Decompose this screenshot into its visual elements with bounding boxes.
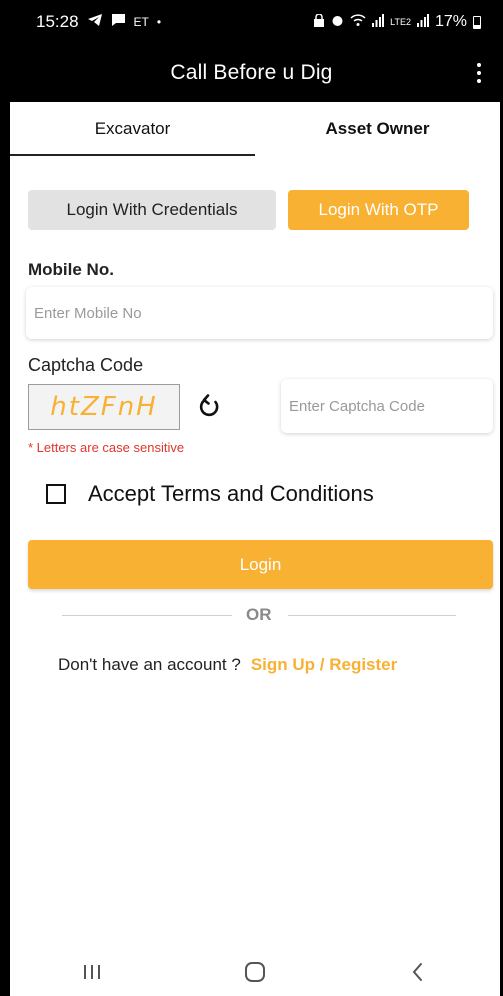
battery-percent: 17%: [434, 13, 467, 30]
system-nav-bar: [10, 948, 500, 996]
login-button[interactable]: Login: [28, 540, 493, 589]
signal-icon-2: [416, 14, 429, 30]
terms-checkbox[interactable]: [46, 484, 66, 504]
status-bar: 15:28 ET • LTE2 17%: [0, 0, 503, 44]
battery-icon: [473, 15, 481, 29]
mobile-placeholder: Enter Mobile No: [34, 304, 142, 322]
login-with-credentials-button[interactable]: Login With Credentials: [28, 190, 276, 230]
signup-prefix: Don't have an account ?: [58, 655, 241, 674]
tab-asset-owner[interactable]: Asset Owner: [255, 102, 500, 156]
back-icon[interactable]: [398, 957, 438, 987]
or-separator: OR: [246, 605, 272, 624]
divider-right: [288, 615, 456, 616]
recent-apps-icon[interactable]: [72, 957, 112, 987]
telegram-icon: [87, 13, 103, 32]
refresh-captcha-icon[interactable]: [196, 394, 222, 420]
message-icon: [111, 13, 126, 32]
tab-excavator-label: Excavator: [94, 119, 171, 138]
signup-register-link[interactable]: Sign Up / Register: [251, 655, 397, 675]
signal-icon: [372, 14, 385, 30]
network-type: LTE2: [390, 16, 411, 27]
app-bar: Call Before u Dig: [0, 44, 503, 102]
alarm-icon: [331, 14, 344, 30]
captcha-input[interactable]: Enter Captcha Code: [281, 379, 493, 433]
mobile-input[interactable]: Enter Mobile No: [26, 287, 493, 339]
captcha-placeholder: Enter Captcha Code: [289, 397, 425, 415]
signup-row: Don't have an account ? Sign Up / Regist…: [58, 655, 397, 675]
login-with-otp-button[interactable]: Login With OTP: [288, 190, 469, 230]
lock-icon: [313, 13, 325, 30]
captcha-text: htZFnH: [50, 392, 158, 422]
captcha-label: Captcha Code: [28, 355, 144, 375]
status-carrier: ET: [133, 15, 149, 29]
wifi-icon: [350, 14, 366, 30]
case-sensitive-hint: * Letters are case sensitive: [28, 440, 185, 455]
status-time: 15:28: [36, 12, 79, 31]
role-tabs: Excavator Asset Owner: [10, 102, 500, 156]
tab-excavator[interactable]: Excavator: [10, 102, 255, 156]
app-title: Call Before u Dig: [170, 61, 333, 84]
overflow-menu-icon[interactable]: [469, 56, 489, 90]
screen-frame-left: [0, 0, 10, 996]
terms-row[interactable]: Accept Terms and Conditions: [46, 481, 374, 507]
terms-label: Accept Terms and Conditions: [88, 481, 374, 506]
tab-asset-owner-label: Asset Owner: [325, 119, 430, 138]
captcha-image: htZFnH: [28, 384, 180, 430]
login-mode-toggle: Login With Credentials Login With OTP: [28, 190, 469, 230]
mobile-label: Mobile No.: [28, 260, 114, 279]
divider-left: [62, 615, 232, 616]
home-icon[interactable]: [235, 957, 275, 987]
dot-icon: •: [156, 15, 162, 29]
